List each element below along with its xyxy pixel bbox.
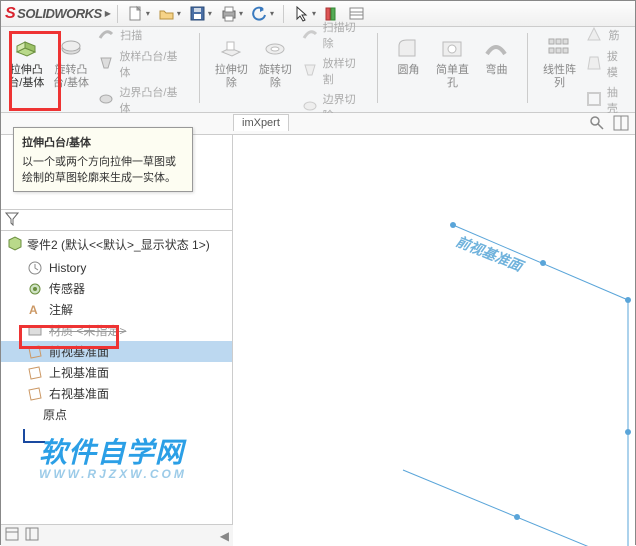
funnel-icon[interactable] <box>5 212 19 229</box>
annotations-icon: A <box>27 302 43 318</box>
bend-button[interactable]: 弯曲 <box>475 33 517 108</box>
revolve-cut-label: 旋转切 除 <box>259 64 292 89</box>
menu-arrow-icon[interactable]: ▶ <box>105 9 111 18</box>
loft-cut-icon <box>302 62 318 80</box>
footer-icon-2[interactable] <box>25 527 39 544</box>
tree-sensors[interactable]: 传感器 <box>1 278 232 299</box>
rib-button[interactable]: 筋 <box>582 24 631 46</box>
fillet-label: 圆角 <box>397 64 419 77</box>
revolve-cut-icon <box>262 36 288 62</box>
sweep-button[interactable]: 扫描 <box>94 24 189 46</box>
extrude-cut-button[interactable]: 拉伸切 除 <box>210 33 252 108</box>
tree-right-plane[interactable]: 右视基准面 <box>1 383 232 404</box>
separator <box>283 5 284 23</box>
boundary-icon <box>98 91 115 109</box>
tab-dimxpert[interactable]: imXpert <box>233 114 289 131</box>
plane-outline <box>403 225 628 546</box>
separator <box>199 33 200 103</box>
plane-icon <box>27 386 43 402</box>
revolve-label: 旋转凸 台/基体 <box>53 64 89 89</box>
tree-annotations[interactable]: A注解 <box>1 299 232 320</box>
sweep-cut-button[interactable]: 扫描切除 <box>298 17 366 53</box>
fillet-button[interactable]: 圆角 <box>387 33 429 108</box>
loft-icon <box>98 55 115 73</box>
tooltip-title: 拉伸凸台/基体 <box>22 134 184 150</box>
tooltip: 拉伸凸台/基体 以一个或两个方向拉伸一草图或绘制的草图轮廓来生成一实体。 <box>13 127 193 192</box>
pattern-icon <box>546 36 572 62</box>
revolve-icon <box>58 36 84 62</box>
hole-label: 简单直 孔 <box>436 64 469 89</box>
separator <box>527 33 528 103</box>
svg-text:A: A <box>29 303 38 317</box>
tree-material[interactable]: 材质 <未指定> <box>1 320 232 341</box>
plane-icon <box>27 344 43 360</box>
draft-button[interactable]: 拔模 <box>582 46 631 82</box>
tree-top-plane[interactable]: 上视基准面 <box>1 362 232 383</box>
fillet-icon <box>395 36 421 62</box>
loft-button[interactable]: 放样凸台/基体 <box>94 46 189 82</box>
simple-hole-button[interactable]: 简单直 孔 <box>431 33 473 108</box>
tree-root[interactable]: 零件2 (默认<<默认>_显示状态 1>) <box>1 231 232 258</box>
shell-icon <box>586 91 602 109</box>
undo-button[interactable]: ▾ <box>248 3 277 25</box>
feature-tree-panel: 拉伸凸台/基体 以一个或两个方向拉伸一草图或绘制的草图轮廓来生成一实体。 零件2… <box>1 135 233 546</box>
bend-icon <box>483 36 509 62</box>
filter-bar <box>1 209 232 231</box>
hole-icon <box>439 36 465 62</box>
open-button[interactable]: ▾ <box>155 3 184 25</box>
extrude-cut-icon <box>218 36 244 62</box>
separator <box>117 5 118 23</box>
rib-icon <box>586 26 604 44</box>
app-logo: SSOLIDWORKS <box>5 5 102 23</box>
material-icon <box>27 323 43 339</box>
separator <box>377 33 378 103</box>
tooltip-body: 以一个或两个方向拉伸一草图或绘制的草图轮廓来生成一实体。 <box>22 153 184 185</box>
part-icon <box>7 235 23 254</box>
sensors-icon <box>27 281 43 297</box>
extrude-icon <box>13 36 39 62</box>
sweep-icon <box>98 26 116 44</box>
ribbon: 拉伸凸 台/基体 旋转凸 台/基体 扫描 放样凸台/基体 边界凸台/基体 拉伸切… <box>1 27 635 113</box>
tree-history[interactable]: History <box>1 258 232 278</box>
revolve-cut-button[interactable]: 旋转切 除 <box>254 33 296 108</box>
extrude-boss-button[interactable]: 拉伸凸 台/基体 <box>5 33 48 108</box>
tree-origin[interactable]: 原点 <box>1 404 232 425</box>
plane-icon <box>27 365 43 381</box>
chevron-left-icon[interactable]: ◀ <box>220 529 229 543</box>
new-button[interactable]: ▾ <box>124 3 153 25</box>
main-area: 拉伸凸台/基体 以一个或两个方向拉伸一草图或绘制的草图轮廓来生成一实体。 零件2… <box>1 135 635 546</box>
linear-pattern-button[interactable]: 线性阵 列 <box>538 33 580 108</box>
watermark: 软件自学网 WWW.RJZXW.COM <box>39 431 187 481</box>
expand-icon[interactable] <box>613 115 629 136</box>
print-button[interactable]: ▾ <box>217 3 246 25</box>
extrude-label: 拉伸凸 台/基体 <box>8 64 44 89</box>
extrude-cut-label: 拉伸切 除 <box>215 64 248 89</box>
bend-label: 弯曲 <box>485 64 507 77</box>
footer-icon-1[interactable] <box>5 527 19 544</box>
save-button[interactable]: ▾ <box>186 3 215 25</box>
tree-front-plane[interactable]: 前视基准面 <box>1 341 232 362</box>
search-icon[interactable] <box>589 115 605 136</box>
pattern-label: 线性阵 列 <box>543 64 576 89</box>
panel-footer: ◀ <box>1 524 233 546</box>
plane-label: 前视基准面 <box>454 233 528 275</box>
viewport[interactable]: 前视基准面 <box>233 135 635 546</box>
draft-icon <box>586 55 602 73</box>
tabstrip-right-icons <box>589 115 629 136</box>
history-icon <box>27 260 43 276</box>
sweep-cut-icon <box>302 26 318 44</box>
revolve-boss-button[interactable]: 旋转凸 台/基体 <box>50 33 93 108</box>
loft-cut-button[interactable]: 放样切割 <box>298 53 366 89</box>
